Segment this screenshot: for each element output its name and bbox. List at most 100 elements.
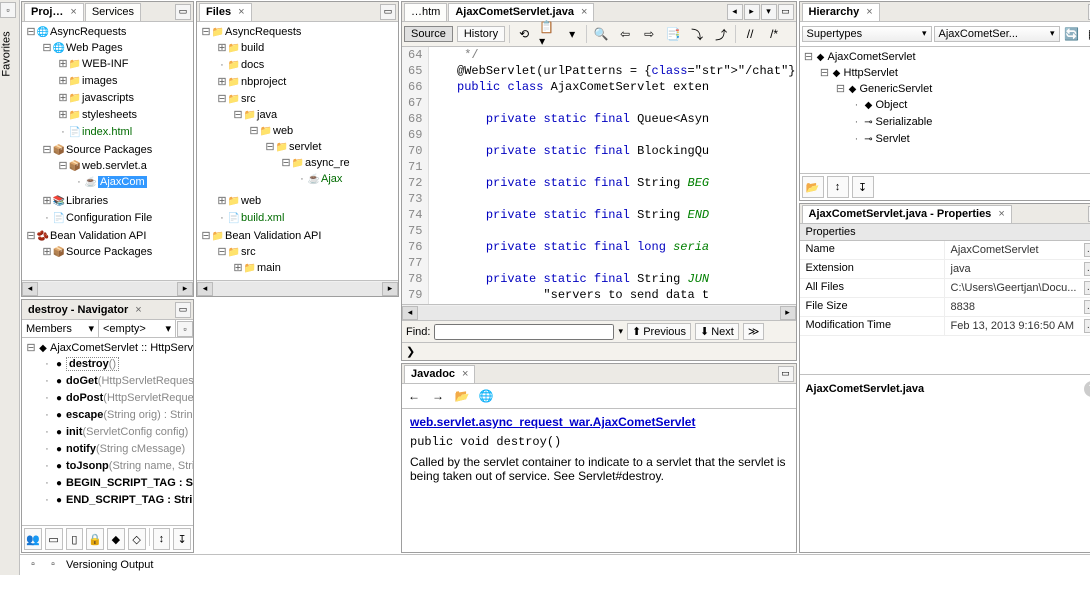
node-srcpkg2[interactable]: Source Packages [66,246,152,258]
hier-tb-1[interactable]: 📂 [802,176,824,198]
versioning-output[interactable]: Versioning Output [66,559,153,571]
tb-icon[interactable]: 📑 [663,24,683,44]
nav-member[interactable]: toJsonp(String name, String message) : S… [66,460,193,472]
h-n5[interactable]: Serializable [876,116,933,128]
close-icon[interactable]: × [866,6,872,18]
nav-member[interactable]: BEGIN_SCRIPT_TAG : String [66,477,193,489]
nav-btn-4[interactable]: 🔒 [86,528,104,550]
node-images[interactable]: images [82,75,117,87]
hierarchy-tree[interactable]: ⊟◆AjaxCometServlet ⊟◆HttpServlet ⊟◆Gener… [800,47,1090,173]
node-build[interactable]: build [241,42,264,54]
files-tree[interactable]: ⊟📁AsyncRequests ⊞📁build ·📁docs ⊞📁nbproje… [197,22,398,280]
navigator-tree[interactable]: ⊟◆AjaxCometServlet :: HttpServlet ·●dest… [22,338,193,525]
tb-icon[interactable]: ⟲ [514,24,534,44]
tb-icon[interactable]: ⤵ [687,24,707,44]
maximize-button[interactable]: ▭ [778,4,794,20]
tab-javadoc[interactable]: Javadoc× [404,365,475,383]
window-icon[interactable]: ▫ [0,2,16,18]
class-dropdown[interactable]: AjaxCometSer... [934,26,1060,42]
ellipsis-button[interactable]: … [1084,243,1090,257]
tab-services[interactable]: Services [85,3,141,21]
node-selected[interactable]: AjaxCom [98,176,147,188]
node-src2[interactable]: src [241,246,256,258]
nav-btn-3[interactable]: ▯ [66,528,84,550]
node-webpages[interactable]: Web Pages [66,42,123,54]
node-srcpkg[interactable]: Source Packages [66,144,152,156]
node-javascripts[interactable]: javascripts [82,92,134,104]
prop-value[interactable]: C:\Users\Geertjan\Docu... … [945,279,1090,297]
hier-tb-2[interactable]: ↕ [827,176,849,198]
scrollbar-h[interactable]: ◂▸ [197,280,398,296]
prop-value[interactable]: java … [945,260,1090,278]
nav-member[interactable]: END_SCRIPT_TAG : String [66,494,193,506]
ellipsis-button[interactable]: … [1084,319,1090,333]
h-n1[interactable]: AjaxCometServlet [828,51,916,63]
history-button[interactable]: History [457,26,505,42]
breadcrumb-icon[interactable]: ❯ [406,346,415,358]
node-web2[interactable]: web [241,195,261,207]
tb-icon[interactable]: ▾ [562,24,582,44]
node-ajax[interactable]: Ajax [321,173,342,185]
node-servlet[interactable]: servlet [289,141,321,153]
minimize-button[interactable]: ▭ [175,4,191,20]
supertypes-dropdown[interactable]: Supertypes [802,26,932,42]
tb-icon[interactable]: ⤴ [711,24,731,44]
node-libraries[interactable]: Libraries [66,195,108,207]
properties-section[interactable]: Properties [800,224,1090,241]
node-buildxml[interactable]: build.xml [241,212,284,224]
nav-btn-5[interactable]: ◆ [107,528,125,550]
h-n3[interactable]: GenericServlet [860,83,933,95]
hier-view-icon[interactable]: ▦ [1084,24,1090,44]
hier-tb-3[interactable]: ↧ [852,176,874,198]
next-file-button[interactable]: ▸ [744,4,760,20]
ellipsis-button[interactable]: … [1084,300,1090,314]
code-editor[interactable]: 64656667686970717273747576777879 */ @Web… [402,47,796,304]
node-docs[interactable]: docs [241,59,264,71]
nav-member[interactable]: escape(String orig) : String [66,409,193,421]
minimize-button[interactable]: ▭ [380,4,396,20]
nav-view-button[interactable]: ▫ [177,321,193,337]
tb-icon[interactable]: 📋▾ [538,24,558,44]
tab-editor-htm[interactable]: …htm [404,3,447,21]
prev-file-button[interactable]: ◂ [727,4,743,20]
tab-hierarchy[interactable]: Hierarchy× [802,3,880,21]
jd-browser-icon[interactable]: 🌐 [476,386,496,406]
nav-btn-8[interactable]: ↧ [173,528,191,550]
editor-scroll-h[interactable]: ◂▸ [402,304,796,320]
status-icon-1[interactable]: ▫ [26,558,40,572]
nav-member[interactable]: init(ServletConfig config) [66,426,188,438]
node-beanval-f[interactable]: Bean Validation API [225,230,321,242]
node-web[interactable]: web [273,125,293,137]
node-webinf[interactable]: WEB-INF [82,58,128,70]
node-stylesheets[interactable]: stylesheets [82,109,137,121]
jd-open-icon[interactable]: 📂 [452,386,472,406]
tab-properties[interactable]: AjaxCometServlet.java - Properties× [802,205,1012,223]
node-nbproject[interactable]: nbproject [241,76,286,88]
node-main[interactable]: main [257,262,281,274]
nav-member[interactable]: notify(String cMessage) [66,443,185,455]
members-dropdown[interactable]: Members▾ [22,320,99,337]
node-async[interactable]: async_re [305,157,350,169]
node-pkg[interactable]: web.servlet.a [82,160,147,172]
close-icon[interactable]: × [998,208,1004,220]
nav-class[interactable]: AjaxCometServlet :: HttpServlet [50,342,193,354]
empty-dropdown[interactable]: <empty>▾ [99,320,176,337]
h-n2[interactable]: HttpServlet [844,67,898,79]
scrollbar-h[interactable]: ◂▸ [22,280,193,296]
projects-tree[interactable]: ⊟🌐AsyncRequests ⊟🌐Web Pages ⊞📁WEB-INF ⊞📁… [22,22,193,280]
minimize-button[interactable]: ▭ [778,366,794,382]
h-n6[interactable]: Servlet [876,133,910,145]
tb-icon[interactable]: ⇨ [639,24,659,44]
find-input[interactable] [434,324,614,340]
nav-member[interactable]: doPost(HttpServletRequest req, HttpServl… [66,392,193,404]
close-icon[interactable]: × [581,6,587,18]
project-root[interactable]: AsyncRequests [50,25,126,39]
tb-icon[interactable]: // [740,24,760,44]
find-next-button[interactable]: ⬇ Next [695,323,739,340]
close-icon[interactable]: × [238,6,244,18]
nav-btn-1[interactable]: 👥 [24,528,42,550]
find-more-button[interactable]: ≫ [743,323,765,340]
source-button[interactable]: Source [404,26,453,42]
jd-fwd-icon[interactable]: → [428,386,448,406]
nav-btn-7[interactable]: ↕ [153,528,171,550]
